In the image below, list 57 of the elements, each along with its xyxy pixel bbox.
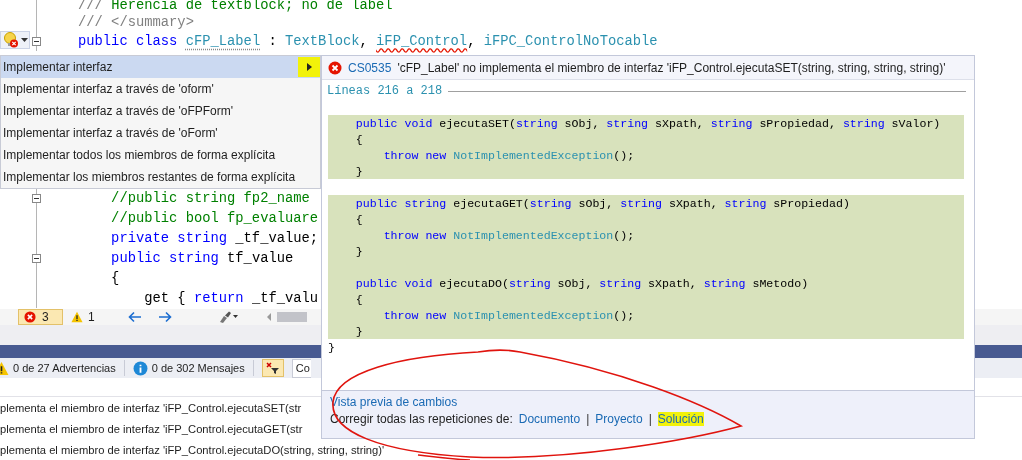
code-line: public string tf_value bbox=[110, 250, 294, 266]
code-line: //public string fp2_name bbox=[110, 190, 310, 206]
scope-dropdown[interactable]: Co bbox=[291, 358, 311, 378]
error-icon bbox=[24, 311, 36, 323]
collapse-icon[interactable] bbox=[31, 253, 41, 263]
scope-link[interactable]: Solución bbox=[657, 412, 704, 426]
warning-icon bbox=[71, 311, 83, 323]
error-count[interactable]: 3 bbox=[18, 309, 63, 325]
back-icon[interactable] bbox=[126, 310, 143, 324]
warning-count[interactable]: 1 bbox=[71, 310, 95, 324]
code-line: private string _tf_value; bbox=[110, 230, 319, 246]
menu-item[interactable]: Implementar interfaz a través de 'oForm' bbox=[1, 122, 320, 144]
lightbulb-button[interactable] bbox=[0, 31, 30, 49]
code-line: { bbox=[110, 270, 120, 286]
error-code-link[interactable]: CS0535 bbox=[348, 60, 392, 75]
code-line: public void ejecutaDO(string sObj, string sXpath, string sMetodo) bbox=[354, 276, 809, 290]
menu-item[interactable]: Implementar interfaz a través de 'oFPForm' bbox=[1, 100, 320, 122]
filter-button[interactable] bbox=[261, 359, 284, 377]
code-line: public string ejecutaGET(string sObj, string sXpath, string sPropiedad) bbox=[354, 196, 850, 210]
submenu-arrow-icon[interactable] bbox=[306, 63, 312, 71]
messages-filter[interactable]: 0 de 302 Mensajes bbox=[151, 362, 245, 374]
code-line: { bbox=[354, 292, 363, 306]
error-message: 'cFP_Label' no implementa el miembro de interfaz 'iFP_Control.ejecutaSET(string, string, string, string)' bbox=[397, 60, 946, 75]
error-description: plementa el miembro de interfaz 'iFP_Control.ejecutaGET(str bbox=[0, 421, 303, 437]
code-line: { bbox=[354, 132, 363, 146]
collapse-icon[interactable] bbox=[31, 36, 41, 46]
code-line: } bbox=[354, 244, 363, 258]
menu-item[interactable]: Implementar interfaz bbox=[1, 56, 320, 78]
menu-item[interactable]: Implementar los miembros restantes de forma explícita bbox=[1, 166, 320, 188]
code-line: } bbox=[328, 340, 335, 354]
warnings-filter[interactable]: 0 de 27 Advertencias bbox=[13, 362, 116, 374]
code-line: } bbox=[354, 324, 363, 338]
menu-item[interactable]: Implementar todos los miembros de forma explícita bbox=[1, 144, 320, 166]
code-line: } bbox=[354, 164, 363, 178]
caret-icon[interactable] bbox=[21, 37, 28, 43]
code-line: { bbox=[354, 212, 363, 226]
code-line: throw new NotImplementedException(); bbox=[382, 228, 635, 242]
error-icon bbox=[328, 60, 342, 75]
separator: | bbox=[648, 412, 652, 426]
code-line: /// </summary> bbox=[77, 14, 194, 30]
menu-item[interactable]: Implementar interfaz a través de 'oform' bbox=[1, 78, 320, 100]
code-line: public class cFP_Label : TextBlock, iFP_Control, iFPC_ControlNoTocable bbox=[77, 33, 658, 49]
code-line: throw new NotImplementedException(); bbox=[382, 308, 635, 322]
error-description: plementa el miembro de interfaz 'iFP_Control.ejecutaDO(string, string, string)' bbox=[0, 442, 385, 458]
error-description: plementa el miembro de interfaz 'iFP_Control.ejecutaSET(str bbox=[0, 400, 302, 416]
code-line: get { return _tf_valu bbox=[143, 290, 319, 306]
info-icon bbox=[132, 360, 148, 376]
code-line: throw new NotImplementedException(); bbox=[382, 148, 635, 162]
forward-icon[interactable] bbox=[156, 310, 173, 324]
scope-link[interactable]: Documento bbox=[518, 412, 581, 426]
separator: | bbox=[586, 412, 590, 426]
collapse-icon[interactable] bbox=[31, 193, 41, 203]
code-line: public void ejecutaSET(string sObj, string sXpath, string sPropiedad, string sValor) bbox=[354, 116, 941, 130]
code-line: //public bool fp_evaluare bbox=[110, 210, 319, 226]
scrollbar-thumb[interactable] bbox=[276, 312, 307, 322]
scope-link[interactable]: Proyecto bbox=[595, 412, 643, 426]
line-range: Líneas 216 a 218 bbox=[327, 84, 443, 98]
